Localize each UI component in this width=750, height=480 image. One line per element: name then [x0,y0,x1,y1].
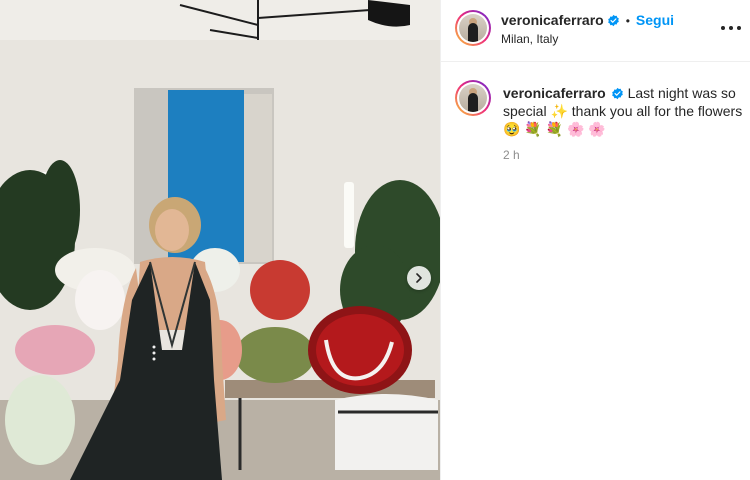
header-name-row: veronicaferraro • Segui [501,12,674,28]
separator-dot: • [625,14,630,28]
verified-badge-icon [607,14,619,27]
verified-badge-icon [611,87,623,100]
author-avatar[interactable] [455,10,491,46]
post-side-panel: veronicaferraro • Segui Milan, Italy vero… [440,0,750,480]
caption-text-block: veronicaferraro Last night was so specia… [503,84,743,138]
author-username[interactable]: veronicaferraro [501,12,604,28]
chevron-right-icon [416,273,422,283]
post-location[interactable]: Milan, Italy [501,32,558,46]
post-photo-illustration [0,0,440,480]
post-timestamp[interactable]: 2 h [503,148,520,162]
more-options-icon[interactable] [721,18,741,38]
next-photo-button[interactable] [407,266,431,290]
post-header: veronicaferraro • Segui Milan, Italy [441,0,750,62]
follow-button[interactable]: Segui [636,12,674,28]
caption-author-avatar[interactable] [455,80,491,116]
post-photo[interactable] [0,0,440,480]
caption-username[interactable]: veronicaferraro [503,85,606,101]
